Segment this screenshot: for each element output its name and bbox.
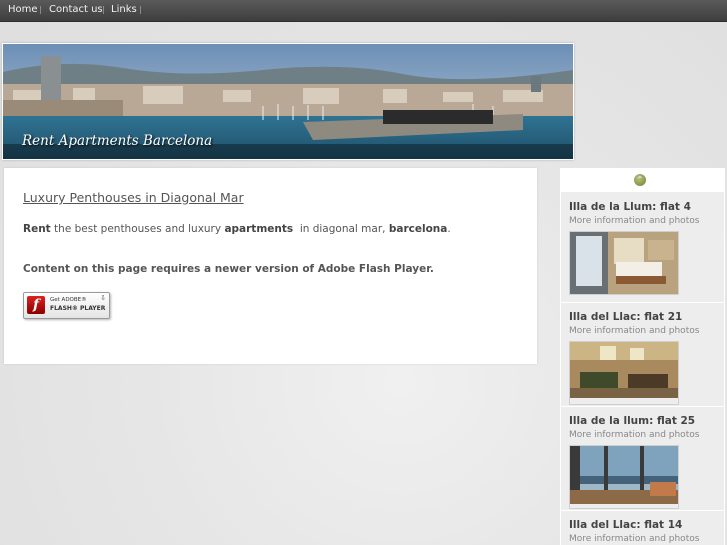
flash-button-line2: FLASH® PLAYER [50,305,106,312]
more-info-link[interactable]: More information and photos [569,216,699,226]
apartment-photo[interactable] [569,231,679,295]
more-info-link[interactable]: More information and photos [569,326,699,336]
nav-separator: | [39,5,42,14]
get-flash-player-button[interactable]: f Get ADOBE® FLASH® PLAYER ⇩ [23,292,110,319]
apartment-photo[interactable] [569,445,679,509]
intro-barcelona: barcelona [388,223,448,235]
apartment-entry[interactable]: Illa de la Llum: flat 4 More information… [561,193,724,303]
apartment-name[interactable]: Illa de la llum: flat 25 [569,415,695,427]
download-arrow-icon: ⇩ [100,294,106,302]
apartment-photo[interactable] [569,341,679,405]
apartment-name[interactable]: Illa de la Llum: flat 4 [569,201,691,213]
flash-button-line1: Get ADOBE® [50,297,87,303]
apartment-name[interactable]: Illa del Llac: flat 14 [569,519,682,531]
intro-text-2: in diagonal mar, [293,223,389,235]
nav-home-link[interactable]: Home [8,4,38,15]
apartment-entry[interactable]: Illa del Llac: flat 14 More information … [561,511,724,545]
nav-separator: | [139,5,142,14]
chevron-up-icon[interactable]: ⌃ [634,174,646,186]
intro-rent: Rent [23,223,51,235]
page-title-link[interactable]: Luxury Penthouses in Diagonal Mar [23,190,244,205]
more-info-link[interactable]: More information and photos [569,534,699,544]
flash-logo-icon: f [27,296,45,314]
top-navigation: Home | Contact us | Links | [0,0,727,22]
intro-text-1: the best penthouses and luxury [50,223,225,235]
intro-text: Rent the best penthouses and luxury apar… [23,223,451,235]
apartment-entry[interactable]: Illa del Llac: flat 21 More information … [561,303,724,407]
header-banner: Rent Apartments Barcelona [2,43,574,160]
nav-contact-link[interactable]: Contact us [49,4,103,15]
banner-caption: Rent Apartments Barcelona [22,133,213,149]
flash-required-message: Content on this page requires a newer ve… [23,263,434,275]
nav-separator: | [102,5,105,14]
nav-links-link[interactable]: Links [111,4,137,15]
intro-text-3: . [447,223,451,235]
intro-apartments: apartments [224,223,294,235]
sidebar-header: ⌃ [561,168,724,192]
apartment-entry[interactable]: Illa de la llum: flat 25 More informatio… [561,407,724,511]
apartment-name[interactable]: Illa del Llac: flat 21 [569,311,682,323]
apartment-sidebar: ⌃ Illa de la Llum: flat 4 More informati… [560,168,725,545]
more-info-link[interactable]: More information and photos [569,430,699,440]
main-content: Luxury Penthouses in Diagonal Mar Rent t… [4,168,537,364]
